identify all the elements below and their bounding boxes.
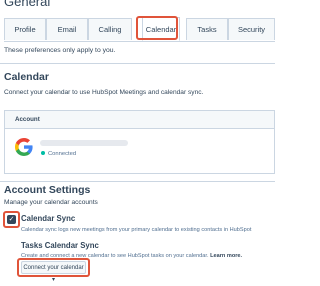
account-email-redacted bbox=[40, 140, 128, 146]
account-status-label: Connected bbox=[48, 151, 77, 157]
tab-calling[interactable]: Calling bbox=[88, 18, 132, 40]
learn-more-link[interactable]: Learn more. bbox=[210, 253, 242, 259]
calendar-sync-description: Calendar sync logs new meetings from you… bbox=[21, 227, 252, 233]
section-divider bbox=[0, 63, 275, 64]
page-title: General bbox=[4, 0, 51, 9]
tab-tasks[interactable]: Tasks bbox=[186, 18, 228, 40]
account-settings-heading: Account Settings bbox=[4, 184, 91, 196]
preferences-note: These preferences only apply to you. bbox=[4, 47, 116, 54]
google-g-icon bbox=[15, 138, 33, 156]
calendar-description: Connect your calendar to use HubSpot Mee… bbox=[4, 89, 204, 96]
tab-profile[interactable]: Profile bbox=[4, 18, 46, 40]
account-card: Account Connected bbox=[4, 110, 275, 174]
calendar-heading: Calendar bbox=[4, 71, 49, 83]
tab-security[interactable]: Security bbox=[228, 18, 275, 40]
tasks-sync-label: Tasks Calendar Sync bbox=[21, 241, 99, 250]
connect-calendar-highlight bbox=[17, 258, 90, 277]
account-card-header: Account bbox=[5, 111, 274, 129]
calendar-sync-label: Calendar Sync bbox=[21, 214, 76, 223]
account-settings-description: Manage your calendar accounts bbox=[4, 199, 98, 206]
account-header-label: Account bbox=[15, 116, 40, 123]
section-divider bbox=[0, 181, 275, 182]
account-status: Connected bbox=[41, 151, 76, 157]
calendar-sync-checkbox-highlight bbox=[3, 211, 20, 228]
connected-dot-icon bbox=[41, 151, 45, 156]
tab-email[interactable]: Email bbox=[46, 18, 88, 40]
calendar-tab-highlight bbox=[136, 16, 178, 40]
